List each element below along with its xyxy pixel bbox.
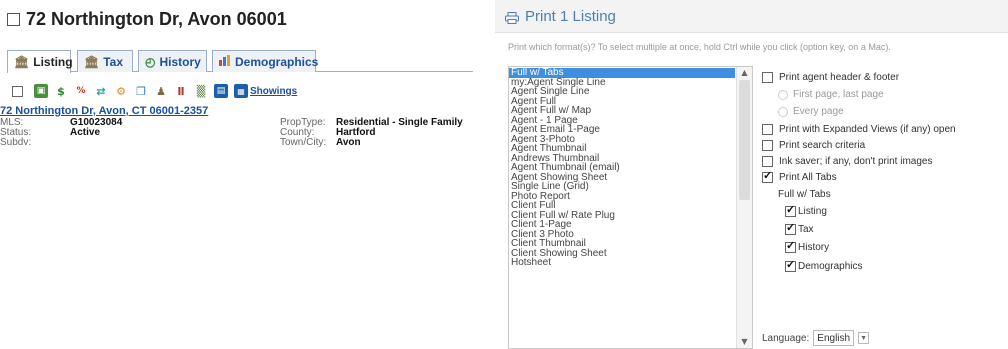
ink-saver-option[interactable]: Ink saver; if any, don't print images [762,156,932,167]
print-dialog: Print 1 Listing Print which format(s)? T… [495,0,1008,349]
tab-tax-option-label: Tax [798,224,814,235]
tab-demographics-option[interactable]: Demographics [785,258,863,272]
search-criteria-checkbox[interactable] [762,140,773,151]
fact-value: Avon [336,137,361,148]
save-icon[interactable]: ▤ [214,84,228,98]
house-icon: 🏛 [84,54,100,69]
format-listbox[interactable]: Full w/ Tabs my:Agent Single Line Agent Si… [508,66,753,349]
tab-listing-option-label: Listing [798,206,827,217]
dialog-title: Print 1 Listing [525,8,616,25]
fact-value: Active [70,127,101,138]
tab-tax-label: Tax [103,54,124,69]
listing-title-row: 72 Northington Dr, Avon 06001 [7,9,287,30]
calculator-icon[interactable]: ▒ [194,84,208,98]
dialog-title-row: Print 1 Listing [505,8,616,25]
copy-icon[interactable]: ❐ [134,84,148,98]
print-instructions: Print which format(s)? To select multipl… [508,42,891,52]
listing-panel: 72 Northington Dr, Avon 06001 🏛 Listing … [0,0,480,349]
fact-label: Subdv: [0,137,32,148]
language-label: Language: [762,332,810,344]
house-icon: 🏛 [14,55,30,69]
tab-listing-checkbox[interactable] [785,203,796,217]
facts-left: MLS: G10023084 Status: Active Subdv: [0,118,200,148]
first-last-radio[interactable] [778,89,788,100]
format-option[interactable]: Hotsheet [509,258,752,268]
first-last-label: First page, last page [793,89,884,100]
format-list-scrollbar[interactable]: ▲ ▼ [736,67,752,348]
expanded-views-checkbox[interactable] [762,124,773,135]
tab-demographics[interactable]: Demographics [212,50,319,72]
every-page-radio[interactable] [778,106,788,117]
listing-toolbar: ▣ $ % ⇄ ⚙ ❐ ♟ Ⅱ ▒ ▤ ▦ Showings [12,83,297,99]
tab-history-checkbox[interactable] [785,239,796,253]
tab-history-option[interactable]: History [785,239,830,253]
tabs-group-label: Full w/ Tabs [778,189,831,200]
gear-icon[interactable]: ⚙ [114,84,128,98]
ink-saver-checkbox[interactable] [762,156,773,167]
dollar-icon[interactable]: $ [54,84,68,98]
fact-row: Subdv: [0,138,200,148]
tab-tax[interactable]: 🏛 Tax [77,50,133,72]
tab-demographics-option-label: Demographics [798,261,863,272]
tab-listing[interactable]: 🏛 Listing [7,50,73,73]
toolbar-checkbox[interactable] [12,85,23,97]
language-row: Language: English ▼ [762,330,870,346]
address-link[interactable]: 72 Northington Dr, Avon, CT 06001-2357 [0,105,208,117]
tab-tax-option[interactable]: Tax [785,221,814,235]
printer-icon [505,11,519,24]
first-last-option[interactable]: First page, last page [778,89,884,100]
clock-icon: ◴ [145,54,156,69]
tab-history-option-label: History [798,242,830,253]
chevron-down-icon[interactable]: ▼ [858,332,870,344]
map-icon[interactable]: ▣ [34,84,48,98]
percent-icon[interactable]: % [74,84,88,98]
tab-history[interactable]: ◴ History [138,50,207,72]
language-value: English [817,332,851,344]
tab-history-label: History [159,54,201,69]
fact-label: Town/City: [280,137,327,148]
agent-header-label: Print agent header & footer [779,72,900,83]
all-tabs-label: Print All Tabs [779,172,837,183]
tab-demographics-checkbox[interactable] [785,258,796,272]
fact-row: Town/City: Avon [280,138,480,148]
tab-listing-label: Listing [33,55,73,69]
scroll-up-icon[interactable]: ▲ [737,67,752,79]
every-page-option[interactable]: Every page [778,106,844,117]
showings-link[interactable]: Showings [250,86,297,97]
format-list: Full w/ Tabs my:Agent Single Line Agent Si… [509,67,752,268]
listing-tabs: 🏛 Listing 🏛 Tax ◴ History Demographics [7,50,473,73]
select-listing-checkbox[interactable] [7,13,20,26]
all-tabs-checkbox[interactable] [762,169,773,183]
dialog-header: Print 1 Listing [495,0,1008,33]
expanded-views-option[interactable]: Print with Expanded Views (if any) open [762,124,956,135]
scroll-thumb[interactable] [739,80,750,200]
search-criteria-label: Print search criteria [779,140,866,151]
bar-chart-icon [219,54,231,69]
all-tabs-option[interactable]: Print All Tabs [762,169,837,183]
tab-listing-option[interactable]: Listing [785,203,827,217]
agent-header-checkbox[interactable] [762,72,773,83]
scroll-down-icon[interactable]: ▼ [737,336,752,348]
agent-header-option[interactable]: Print agent header & footer [762,72,899,83]
people-icon[interactable]: ♟ [154,84,168,98]
language-select[interactable]: English [813,330,855,346]
search-criteria-option[interactable]: Print search criteria [762,140,865,151]
facts-right: PropType: Residential - Single Family Cou… [280,118,480,148]
ink-saver-label: Ink saver; if any, don't print images [779,156,933,167]
calendar-icon: ▦ [234,84,248,98]
every-page-label: Every page [793,106,844,117]
money-exchange-icon[interactable]: ⇄ [94,84,108,98]
page-title: 72 Northington Dr, Avon 06001 [26,9,287,29]
books-icon[interactable]: Ⅱ [174,84,188,98]
tab-demographics-label: Demographics [235,54,319,69]
tab-tax-checkbox[interactable] [785,221,796,235]
tabs-group-text: Full w/ Tabs [778,189,831,200]
expanded-views-label: Print with Expanded Views (if any) open [779,124,956,135]
